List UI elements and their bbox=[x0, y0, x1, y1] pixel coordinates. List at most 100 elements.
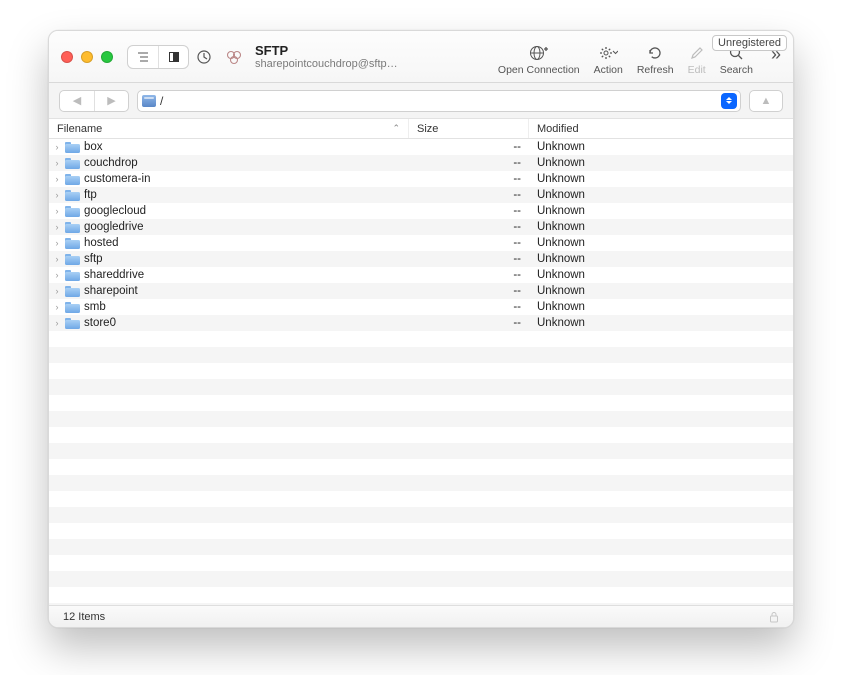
view-mode-segment[interactable] bbox=[127, 45, 189, 69]
bonjour-icon[interactable] bbox=[219, 45, 249, 69]
disclosure-triangle-icon[interactable]: › bbox=[53, 222, 61, 232]
empty-row bbox=[49, 331, 793, 347]
disclosure-triangle-icon[interactable]: › bbox=[53, 286, 61, 296]
go-up-button[interactable]: ▲ bbox=[749, 90, 783, 112]
lock-icon bbox=[769, 611, 779, 623]
nav-back-button[interactable]: ◀ bbox=[60, 91, 94, 111]
folder-icon bbox=[65, 157, 80, 169]
empty-row bbox=[49, 571, 793, 587]
file-size: -- bbox=[409, 157, 529, 169]
app-window: SFTP sharepointcouchdrop@sftp… Open Conn… bbox=[48, 30, 794, 628]
file-modified: Unknown bbox=[529, 173, 793, 185]
table-row[interactable]: ›sftp--Unknown bbox=[49, 251, 793, 267]
folder-icon bbox=[65, 301, 80, 313]
empty-row bbox=[49, 363, 793, 379]
file-name: box bbox=[84, 141, 103, 153]
disclosure-triangle-icon[interactable]: › bbox=[53, 174, 61, 184]
column-filename-label: Filename bbox=[57, 123, 102, 135]
file-modified: Unknown bbox=[529, 317, 793, 329]
path-text: / bbox=[160, 94, 163, 108]
minimize-window-button[interactable] bbox=[81, 51, 93, 63]
file-size: -- bbox=[409, 205, 529, 217]
status-bar: 12 Items bbox=[49, 605, 793, 627]
disclosure-triangle-icon[interactable]: › bbox=[53, 158, 61, 168]
disclosure-triangle-icon[interactable]: › bbox=[53, 190, 61, 200]
path-field[interactable]: / bbox=[137, 90, 741, 112]
file-name: customera-in bbox=[84, 173, 150, 185]
file-size: -- bbox=[409, 285, 529, 297]
file-size: -- bbox=[409, 253, 529, 265]
file-size: -- bbox=[409, 269, 529, 281]
disclosure-triangle-icon[interactable]: › bbox=[53, 270, 61, 280]
file-name: store0 bbox=[84, 317, 116, 329]
empty-row bbox=[49, 587, 793, 603]
table-row[interactable]: ›googlecloud--Unknown bbox=[49, 203, 793, 219]
column-size[interactable]: Size bbox=[409, 119, 529, 138]
search-label: Search bbox=[720, 64, 753, 76]
empty-row bbox=[49, 395, 793, 411]
disclosure-triangle-icon[interactable]: › bbox=[53, 142, 61, 152]
empty-row bbox=[49, 491, 793, 507]
file-size: -- bbox=[409, 237, 529, 249]
disclosure-triangle-icon[interactable]: › bbox=[53, 206, 61, 216]
disclosure-triangle-icon[interactable]: › bbox=[53, 318, 61, 328]
folder-icon bbox=[65, 189, 80, 201]
zoom-window-button[interactable] bbox=[101, 51, 113, 63]
table-row[interactable]: ›couchdrop--Unknown bbox=[49, 155, 793, 171]
window-title: SFTP bbox=[255, 43, 398, 58]
open-connection-label: Open Connection bbox=[498, 64, 580, 76]
file-modified: Unknown bbox=[529, 253, 793, 265]
refresh-button[interactable]: Refresh bbox=[637, 44, 674, 76]
disclosure-triangle-icon[interactable]: › bbox=[53, 302, 61, 312]
folder-icon bbox=[65, 253, 80, 265]
table-row[interactable]: ›shareddrive--Unknown bbox=[49, 267, 793, 283]
empty-row bbox=[49, 475, 793, 491]
file-modified: Unknown bbox=[529, 141, 793, 153]
table-row[interactable]: ›googledrive--Unknown bbox=[49, 219, 793, 235]
close-window-button[interactable] bbox=[61, 51, 73, 63]
nav-forward-button[interactable]: ▶ bbox=[94, 91, 128, 111]
file-size: -- bbox=[409, 301, 529, 313]
outline-view-icon[interactable] bbox=[128, 46, 158, 68]
history-icon[interactable] bbox=[189, 45, 219, 69]
file-modified: Unknown bbox=[529, 285, 793, 297]
empty-row bbox=[49, 523, 793, 539]
nav-segment: ◀ ▶ bbox=[59, 90, 129, 112]
table-row[interactable]: ›customera-in--Unknown bbox=[49, 171, 793, 187]
item-count: 12 Items bbox=[63, 611, 105, 623]
table-row[interactable]: ›store0--Unknown bbox=[49, 315, 793, 331]
column-filename[interactable]: Filename ⌃ bbox=[49, 119, 409, 138]
table-row[interactable]: ›hosted--Unknown bbox=[49, 235, 793, 251]
refresh-icon bbox=[647, 44, 663, 62]
file-modified: Unknown bbox=[529, 269, 793, 281]
folder-icon bbox=[65, 221, 80, 233]
file-name: ftp bbox=[84, 189, 97, 201]
table-row[interactable]: ›sharepoint--Unknown bbox=[49, 283, 793, 299]
column-modified[interactable]: Modified bbox=[529, 119, 793, 138]
open-connection-button[interactable]: Open Connection bbox=[498, 44, 580, 76]
empty-row bbox=[49, 427, 793, 443]
sort-asc-icon: ⌃ bbox=[392, 123, 400, 134]
edit-button: Edit bbox=[688, 44, 706, 76]
file-size: -- bbox=[409, 189, 529, 201]
table-row[interactable]: ›ftp--Unknown bbox=[49, 187, 793, 203]
path-dropdown-button[interactable] bbox=[721, 93, 737, 109]
list-view-icon[interactable] bbox=[158, 46, 188, 68]
column-size-label: Size bbox=[417, 123, 438, 135]
file-modified: Unknown bbox=[529, 301, 793, 313]
action-button[interactable]: Action bbox=[594, 44, 623, 76]
table-row[interactable]: › smb --Unknown bbox=[49, 299, 793, 315]
empty-row bbox=[49, 411, 793, 427]
disk-icon bbox=[142, 95, 156, 107]
disclosure-triangle-icon[interactable]: › bbox=[53, 254, 61, 264]
file-list[interactable]: ›box--Unknown›couchdrop--Unknown›custome… bbox=[49, 139, 793, 605]
table-row[interactable]: ›box--Unknown bbox=[49, 139, 793, 155]
file-name: smb bbox=[84, 301, 106, 313]
file-name: googlecloud bbox=[84, 205, 146, 217]
column-modified-label: Modified bbox=[537, 123, 579, 135]
folder-icon bbox=[65, 285, 80, 297]
empty-row bbox=[49, 443, 793, 459]
edit-label: Edit bbox=[688, 64, 706, 76]
empty-row bbox=[49, 379, 793, 395]
disclosure-triangle-icon[interactable]: › bbox=[53, 238, 61, 248]
